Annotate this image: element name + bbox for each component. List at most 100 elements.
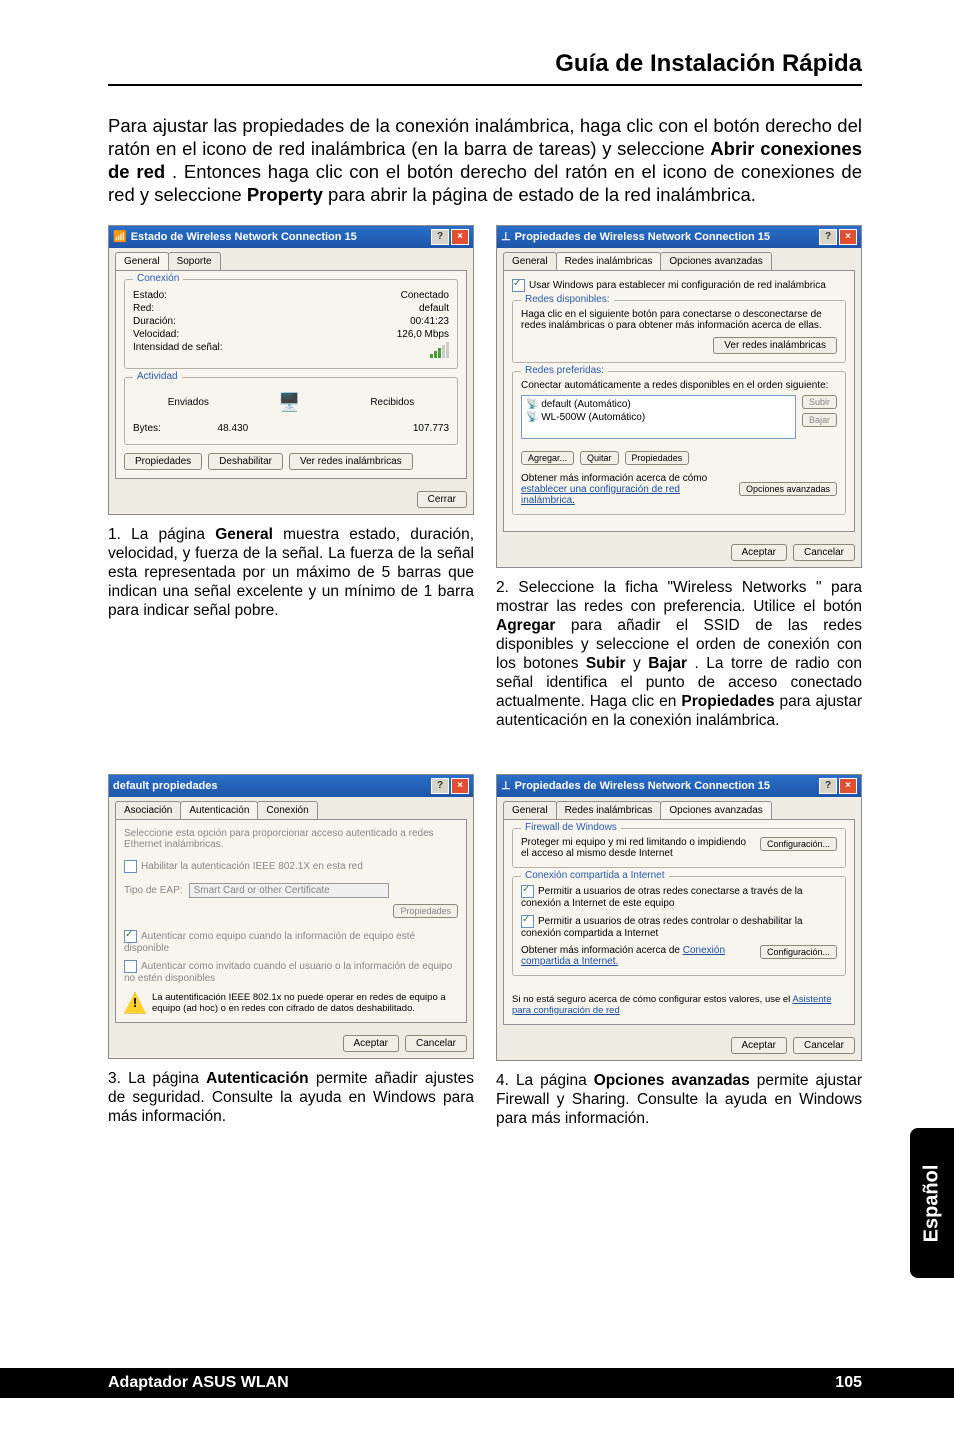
disable-button[interactable]: Deshabilitar [208,453,283,470]
ics-allow-connect-checkbox[interactable] [521,885,534,898]
tab-general[interactable]: General [503,801,557,819]
preferred-list[interactable]: 📡 default (Automático) 📡 WL-500W (Automá… [521,395,796,439]
status-dialog: 📶 Estado de Wireless Network Connection … [108,225,474,515]
accept-button[interactable]: Aceptar [731,544,787,561]
view-networks-button[interactable]: Ver redes inalámbricas [713,337,837,354]
checkbox-label: Habilitar la autenticación IEEE 802.1X e… [141,861,363,872]
tab-wireless-networks[interactable]: Redes inalámbricas [556,801,662,819]
bytes-label: Bytes: [133,423,161,434]
tab-general[interactable]: General [115,252,169,270]
properties-button[interactable]: Propiedades [393,904,458,918]
cancel-button[interactable]: Cancelar [405,1035,467,1052]
value: default [419,303,449,314]
advanced-dialog: ⊥ Propiedades de Wireless Network Connec… [496,774,862,1061]
warning-icon: ! [124,992,146,1014]
tab-general[interactable]: General [503,252,557,270]
cancel-button[interactable]: Cancelar [793,544,855,561]
accept-button[interactable]: Aceptar [343,1035,399,1052]
down-button[interactable]: Bajar [802,413,837,427]
group-ics: Conexión compartida a Internet [521,870,669,881]
bytes-sent: 48.430 [161,423,305,434]
label: Estado: [133,290,167,301]
caption-3: 3. La página Autenticación permite añadi… [108,1069,474,1126]
close-icon[interactable]: × [451,229,469,245]
tab-connection[interactable]: Conexión [257,801,317,819]
info-link[interactable]: establecer una configuración de red inal… [521,484,680,506]
titlebar: ⊥ Propiedades de Wireless Network Connec… [497,775,861,797]
close-icon[interactable]: × [451,778,469,794]
remove-button[interactable]: Quitar [580,451,619,465]
properties-dialog: ⊥ Propiedades de Wireless Network Connec… [496,225,862,568]
help-icon[interactable]: ? [431,229,449,245]
value: 126,0 Mbps [397,329,449,340]
dialog-title: Propiedades de Wireless Network Connecti… [515,231,770,243]
caption-2: 2. Seleccione la ficha "Wireless Network… [496,578,862,731]
accept-button[interactable]: Aceptar [731,1037,787,1054]
titlebar: default propiedades ? × [109,775,473,797]
auth-as-computer-checkbox[interactable] [124,930,137,943]
configure-button[interactable]: Configuración... [760,945,837,959]
tab-authentication[interactable]: Autenticación [180,801,258,819]
help-icon[interactable]: ? [819,778,837,794]
advanced-options-button[interactable]: Opciones avanzadas [739,482,837,496]
enable-8021x-checkbox[interactable] [124,860,137,873]
signal-strength-icon [430,342,449,358]
list-item[interactable]: 📡 default (Automático) [526,398,791,411]
close-icon[interactable]: × [839,229,857,245]
recibidos-label: Recibidos [370,397,414,408]
use-windows-checkbox[interactable] [512,279,525,292]
available-text: Haga clic en el siguiente botón para con… [521,309,837,331]
caption-4: 4. La página Opciones avanzadas permite … [496,1071,862,1128]
dialog-title: default propiedades [113,780,218,792]
checkbox-label: Permitir a usuarios de otras redes conec… [521,886,803,909]
eap-type-label: Tipo de EAP: [124,885,183,896]
value: Conectado [401,290,449,301]
auth-dialog: default propiedades ? × Asociación Auten… [108,774,474,1059]
intro-text: para abrir la página de estado de la red… [328,184,756,205]
bytes-received: 107.773 [305,423,449,434]
properties-button[interactable]: Propiedades [625,451,690,465]
network-icon: ⊥ [501,230,511,243]
cancel-button[interactable]: Cancelar [793,1037,855,1054]
footer-page-number: 105 [835,1374,862,1392]
configure-button[interactable]: Configuración... [760,837,837,851]
view-networks-button[interactable]: Ver redes inalámbricas [289,453,413,470]
tab-soporte[interactable]: Soporte [168,252,221,270]
caption-1: 1. La página General muestra estado, dur… [108,525,474,620]
activity-icon: 🖥️ [278,392,300,413]
ics-allow-control-checkbox[interactable] [521,915,534,928]
checkbox-label: Permitir a usuarios de otras redes contr… [521,916,803,939]
language-tab: Español [910,1128,954,1278]
eap-type-select[interactable]: Smart Card or other Certificate [189,883,389,898]
tab-advanced[interactable]: Opciones avanzadas [660,801,771,819]
wireless-icon: 📶 [113,230,127,243]
add-button[interactable]: Agregar... [521,451,574,465]
page-title: Guía de Instalación Rápida [108,50,862,86]
label: Red: [133,303,154,314]
group-actividad: Actividad [133,371,182,382]
tab-advanced[interactable]: Opciones avanzadas [660,252,771,270]
page-footer: Adaptador ASUS WLAN 105 [0,1368,954,1398]
intro-paragraph: Para ajustar las propiedades de la conex… [108,114,862,207]
close-icon[interactable]: × [839,778,857,794]
group-conexion: Conexión [133,273,183,284]
group-available: Redes disponibles: [521,294,614,305]
language-label: Español [921,1164,944,1242]
intro-bold-2: Property [247,184,323,205]
list-item[interactable]: 📡 WL-500W (Automático) [526,411,791,424]
tab-association[interactable]: Asociación [115,801,181,819]
help-icon[interactable]: ? [819,229,837,245]
up-button[interactable]: Subir [802,395,837,409]
help-icon[interactable]: ? [431,778,449,794]
tab-wireless-networks[interactable]: Redes inalámbricas [556,252,662,270]
close-button[interactable]: Cerrar [417,491,467,508]
titlebar: ⊥ Propiedades de Wireless Network Connec… [497,226,861,248]
auth-as-guest-checkbox[interactable] [124,960,137,973]
checkbox-label: Autenticar como equipo cuando la informa… [124,931,415,954]
properties-button[interactable]: Propiedades [124,453,202,470]
checkbox-label: Usar Windows para establecer mi configur… [529,280,826,291]
value: 00:41:23 [410,316,449,327]
warning-text: La autentificación IEEE 802.1x no puede … [152,992,458,1014]
label: Intensidad de señal: [133,342,223,358]
auth-description: Seleccione esta opción para proporcionar… [124,828,458,850]
